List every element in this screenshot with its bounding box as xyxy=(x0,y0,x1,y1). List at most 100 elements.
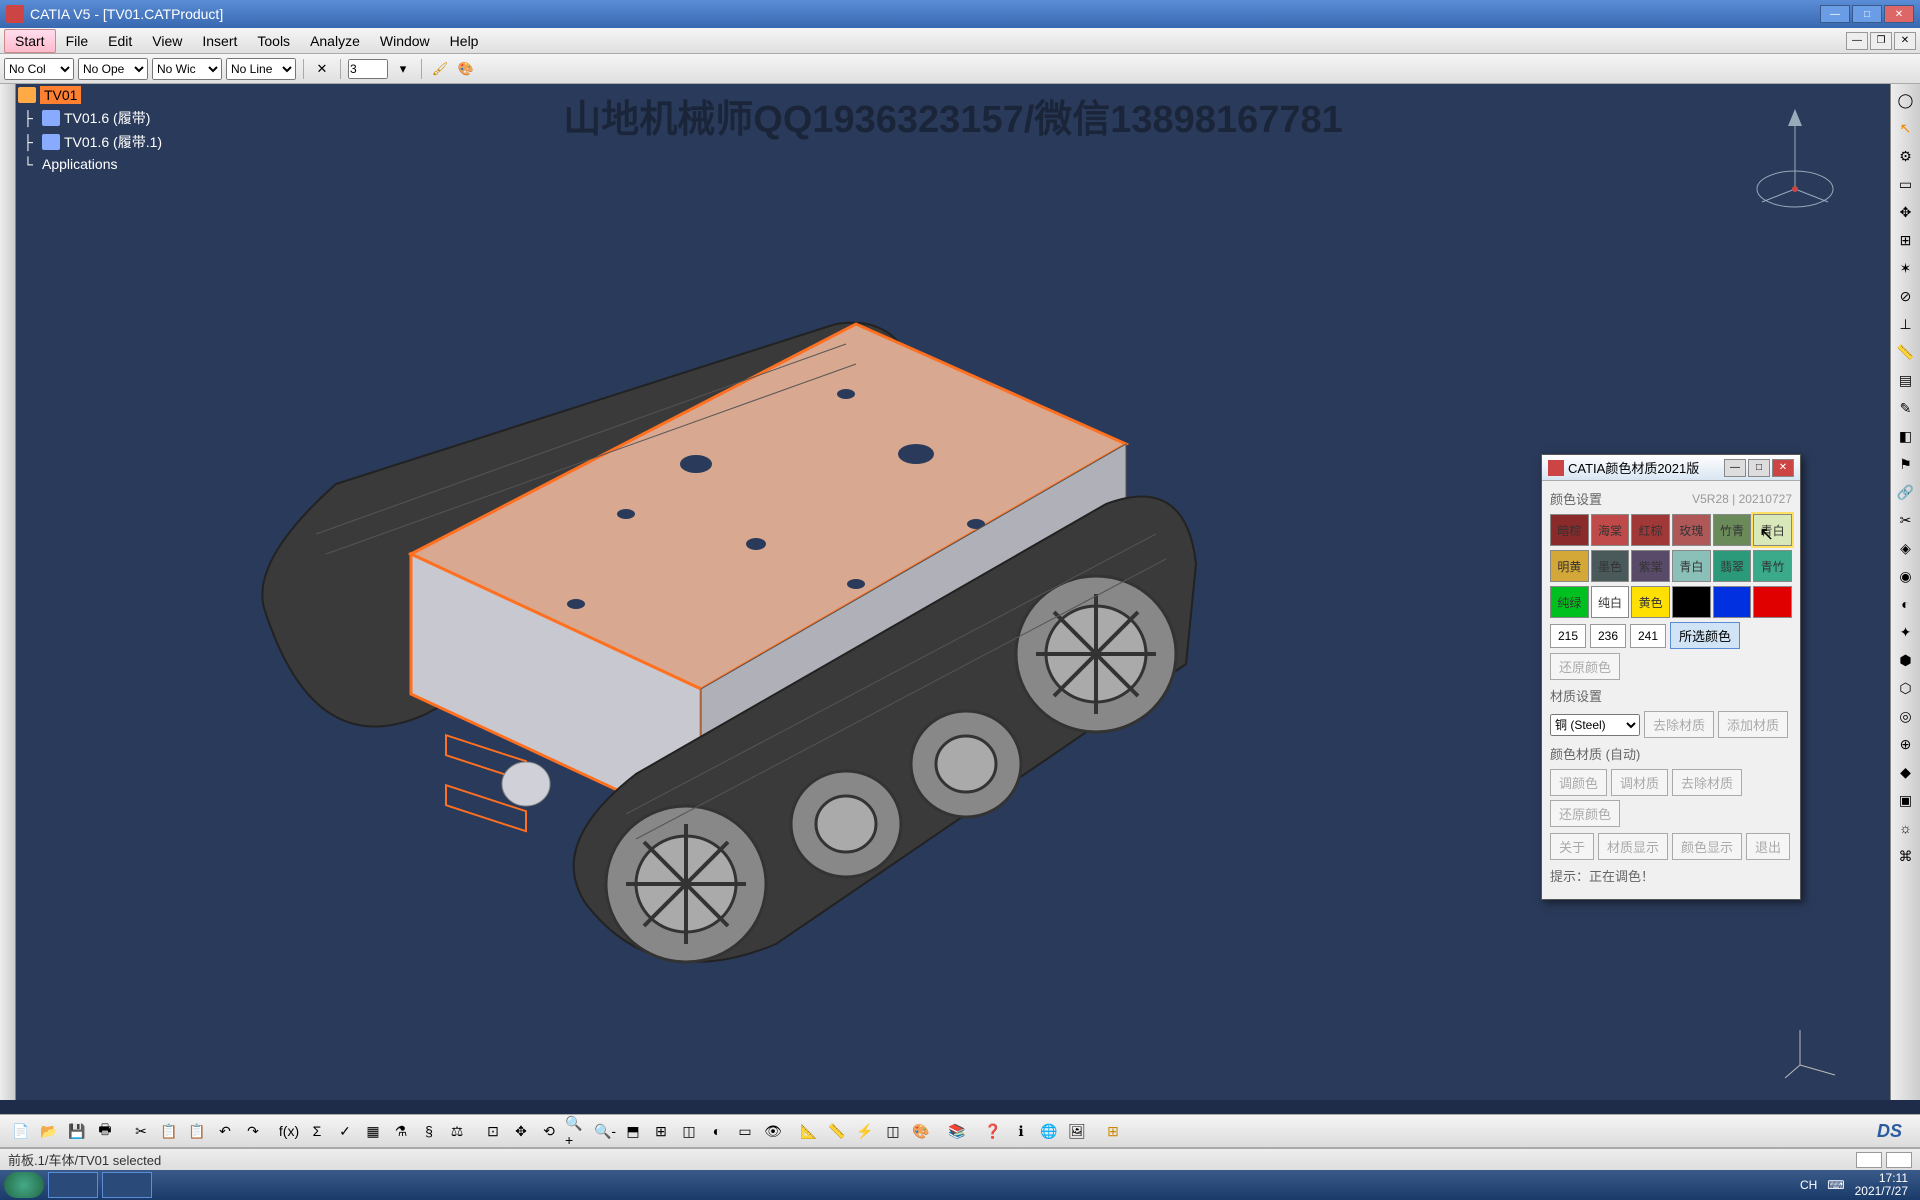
zoomout-icon[interactable]: 🔍- xyxy=(592,1118,618,1144)
color-swatch[interactable]: 翡翠 xyxy=(1713,550,1752,582)
rotate-icon[interactable]: ⟲ xyxy=(536,1118,562,1144)
system-tray[interactable]: CH ⌨ 17:11 2021/7/27 xyxy=(1800,1172,1916,1198)
select-ope[interactable]: No Ope xyxy=(78,58,148,80)
measure1-icon[interactable]: 📐 xyxy=(796,1118,822,1144)
color-swatch[interactable]: 青竹 xyxy=(1753,550,1792,582)
tool-misc2-icon[interactable]: ◉ xyxy=(1894,564,1918,588)
print-icon[interactable]: 🖶 xyxy=(92,1118,118,1144)
menu-edit[interactable]: Edit xyxy=(98,30,142,52)
color-swatch[interactable]: 墨色 xyxy=(1591,550,1630,582)
color-swatch[interactable]: 黄色 xyxy=(1631,586,1670,618)
rule-icon[interactable]: § xyxy=(416,1118,442,1144)
tool-gear-icon[interactable]: ⚙ xyxy=(1894,144,1918,168)
knowledge-icon[interactable]: ⚗ xyxy=(388,1118,414,1144)
btn-del-material[interactable]: 去除材质 xyxy=(1644,711,1714,738)
btn-add-material[interactable]: 添加材质 xyxy=(1718,711,1788,738)
tree-item[interactable]: ├ TV01.6 (履带) xyxy=(18,106,162,130)
keyboard-icon[interactable]: ⌨ xyxy=(1827,1178,1844,1192)
tool-misc7-icon[interactable]: ◎ xyxy=(1894,704,1918,728)
btn-remove-mat[interactable]: 去除材质 xyxy=(1672,769,1742,796)
btn-restore[interactable]: 还原颜色 xyxy=(1550,800,1620,827)
menu-insert[interactable]: Insert xyxy=(192,30,247,52)
btn-show-color[interactable]: 颜色显示 xyxy=(1672,833,1742,860)
task-item-1[interactable] xyxy=(48,1172,98,1198)
menu-view[interactable]: View xyxy=(142,30,192,52)
tool-measure-icon[interactable]: 📏 xyxy=(1894,340,1918,364)
whatsthis-icon[interactable]: ℹ xyxy=(1008,1118,1034,1144)
fit-icon[interactable]: ⊡ xyxy=(480,1118,506,1144)
table-icon[interactable]: ▦ xyxy=(360,1118,386,1144)
multiview-icon[interactable]: ⊞ xyxy=(648,1118,674,1144)
color-swatch[interactable]: 纯白 xyxy=(1591,586,1630,618)
zoomin-icon[interactable]: 🔍+ xyxy=(564,1118,590,1144)
tool-misc8-icon[interactable]: ⊕ xyxy=(1894,732,1918,756)
redo-icon[interactable]: ↷ xyxy=(240,1118,266,1144)
tool-misc3-icon[interactable]: ◐ xyxy=(1894,592,1918,616)
color-swatch[interactable]: 红棕 xyxy=(1631,514,1670,546)
cancel-icon[interactable]: ✕ xyxy=(311,58,333,80)
model-view[interactable] xyxy=(196,284,1296,1004)
color-swatch[interactable]: 竹青 xyxy=(1713,514,1752,546)
tree-item[interactable]: ├ TV01.6 (履带.1) xyxy=(18,130,162,154)
color-swatch[interactable] xyxy=(1713,586,1752,618)
material-icon[interactable]: 🎨 xyxy=(908,1118,934,1144)
tool-flag-icon[interactable]: ⚑ xyxy=(1894,452,1918,476)
rgb-r[interactable]: 215 xyxy=(1550,624,1586,648)
close-button[interactable]: ✕ xyxy=(1884,5,1914,23)
tool-explode-icon[interactable]: ✶ xyxy=(1894,256,1918,280)
tool-misc11-icon[interactable]: ☼ xyxy=(1894,816,1918,840)
wire-icon[interactable]: ▭ xyxy=(732,1118,758,1144)
palette-icon[interactable]: 🎨 xyxy=(455,58,477,80)
formula-icon[interactable]: f(x) xyxy=(276,1118,302,1144)
compass[interactable] xyxy=(1750,104,1840,214)
tool-snap-icon[interactable]: ⊞ xyxy=(1894,228,1918,252)
gallery-icon[interactable]: 🖼 xyxy=(1064,1118,1090,1144)
color-swatch[interactable]: 青白 xyxy=(1672,550,1711,582)
check-icon[interactable]: ✓ xyxy=(332,1118,358,1144)
doc-restore[interactable]: ❐ xyxy=(1870,32,1892,50)
doc-minimize[interactable]: — xyxy=(1846,32,1868,50)
dialog-close[interactable]: ✕ xyxy=(1772,459,1794,477)
color-swatch[interactable] xyxy=(1672,586,1711,618)
tool-arrow-icon[interactable]: ↖ xyxy=(1894,116,1918,140)
rgb-b[interactable]: 241 xyxy=(1630,624,1666,648)
btn-show-mat[interactable]: 材质显示 xyxy=(1598,833,1668,860)
dialog-maximize[interactable]: □ xyxy=(1748,459,1770,477)
material-select[interactable]: 铜 (Steel) xyxy=(1550,714,1640,736)
tool-misc1-icon[interactable]: ◈ xyxy=(1894,536,1918,560)
dialog-minimize[interactable]: — xyxy=(1724,459,1746,477)
doc-close[interactable]: ✕ xyxy=(1894,32,1916,50)
color-swatch[interactable]: 紫棠 xyxy=(1631,550,1670,582)
status-box-2[interactable] xyxy=(1886,1152,1912,1168)
sigma-icon[interactable]: Σ xyxy=(304,1118,330,1144)
tool-misc4-icon[interactable]: ✦ xyxy=(1894,620,1918,644)
tool-section-icon[interactable]: ◧ xyxy=(1894,424,1918,448)
color-swatch[interactable]: 纯绿 xyxy=(1550,586,1589,618)
btn-about[interactable]: 关于 xyxy=(1550,833,1594,860)
status-box-1[interactable] xyxy=(1856,1152,1882,1168)
tool-constrain-icon[interactable]: ⊘ xyxy=(1894,284,1918,308)
hide-icon[interactable]: 👁 xyxy=(760,1118,786,1144)
tool-table-icon[interactable]: ▤ xyxy=(1894,368,1918,392)
measure2-icon[interactable]: 📏 xyxy=(824,1118,850,1144)
value-input[interactable] xyxy=(348,59,388,79)
law-icon[interactable]: ⚖ xyxy=(444,1118,470,1144)
tool-box-icon[interactable]: ▭ xyxy=(1894,172,1918,196)
tool-misc5-icon[interactable]: ⬢ xyxy=(1894,648,1918,672)
menu-window[interactable]: Window xyxy=(370,30,440,52)
menu-help[interactable]: Help xyxy=(440,30,489,52)
tool-sketch-icon[interactable]: ✎ xyxy=(1894,396,1918,420)
web-icon[interactable]: 🌐 xyxy=(1036,1118,1062,1144)
rgb-g[interactable]: 236 xyxy=(1590,624,1626,648)
pan-icon[interactable]: ✥ xyxy=(508,1118,534,1144)
tool-move-icon[interactable]: ✥ xyxy=(1894,200,1918,224)
menu-tools[interactable]: Tools xyxy=(247,30,300,52)
normal-icon[interactable]: ⬒ xyxy=(620,1118,646,1144)
tool-link-icon[interactable]: 🔗 xyxy=(1894,480,1918,504)
tool-lasso-icon[interactable]: ◯ xyxy=(1894,88,1918,112)
open-icon[interactable]: 📂 xyxy=(36,1118,62,1144)
catalog-icon[interactable]: 📚 xyxy=(944,1118,970,1144)
dialog-titlebar[interactable]: CATIA颜色材质2021版 — □ ✕ xyxy=(1542,455,1800,481)
btn-restore-color[interactable]: 还原颜色 xyxy=(1550,653,1620,680)
clash-icon[interactable]: ⚡ xyxy=(852,1118,878,1144)
